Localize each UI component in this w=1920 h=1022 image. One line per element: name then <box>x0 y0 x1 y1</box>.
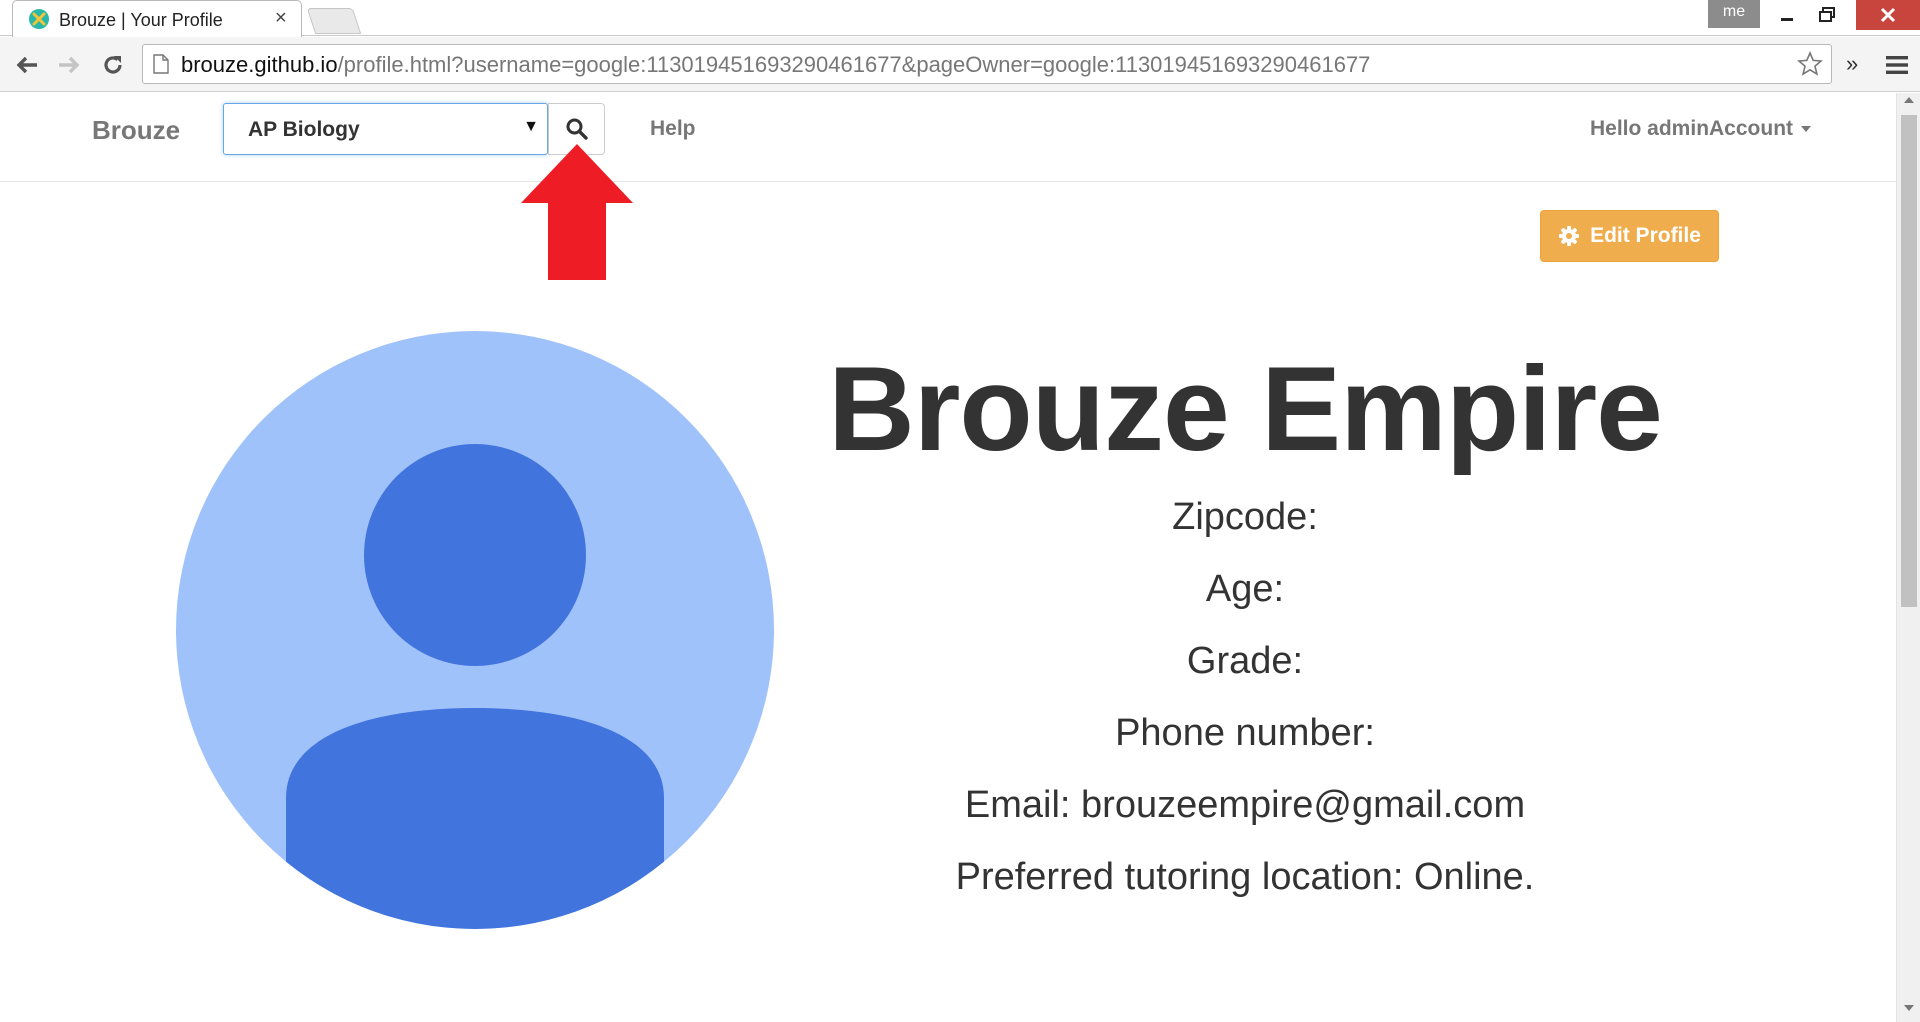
back-arrow-icon <box>16 56 37 74</box>
scrollbar[interactable] <box>1896 93 1920 1022</box>
tutoring-location-field: Preferred tutoring location: Online. <box>955 856 1535 898</box>
tab-title: Brouze | Your Profile <box>59 10 223 30</box>
back-button[interactable] <box>10 49 44 81</box>
subject-select-value: AP Biology <box>248 118 360 141</box>
close-icon <box>1880 7 1896 23</box>
gear-icon <box>1559 226 1580 246</box>
caret-down-icon <box>1801 126 1812 133</box>
profile-badge[interactable]: me <box>1708 0 1760 28</box>
url-text: brouze.github.io/profile.html?username=g… <box>181 52 1370 78</box>
scroll-up-icon[interactable] <box>1904 97 1914 103</box>
page-icon <box>153 54 169 74</box>
forward-button[interactable] <box>52 49 86 81</box>
help-link[interactable]: Help <box>650 117 696 141</box>
grade-field: Grade: <box>1186 640 1304 682</box>
url-path: /profile.html?username=google:1130194516… <box>337 52 1371 77</box>
brouze-logo-icon <box>29 9 49 29</box>
annotation-arrow-icon <box>521 144 633 280</box>
site-navbar: Brouze AP Biology ▼ Help Hello adminAcco… <box>0 93 1896 182</box>
scrollbar-thumb[interactable] <box>1901 115 1917 607</box>
search-icon <box>566 118 588 140</box>
browser-toolbar: brouze.github.io/profile.html?username=g… <box>0 37 1920 92</box>
restore-icon <box>1819 7 1835 22</box>
subject-select[interactable]: AP Biology ▼ <box>223 103 548 155</box>
page-content: Brouze AP Biology ▼ Help Hello adminAcco… <box>0 93 1896 1022</box>
browser-tab[interactable]: Brouze | Your Profile × <box>12 0 302 37</box>
email-field: Email: brouzeempire@gmail.com <box>964 784 1526 826</box>
reload-icon <box>104 56 122 74</box>
brand-link[interactable]: Brouze <box>92 115 180 146</box>
scroll-down-icon[interactable] <box>1904 1005 1914 1011</box>
profile-name: Brouze Empire <box>828 342 1663 476</box>
reload-button[interactable] <box>96 49 130 81</box>
zipcode-field: Zipcode: <box>1172 496 1318 538</box>
bookmarks-overflow-button[interactable]: » <box>1846 51 1858 77</box>
edit-profile-button[interactable]: Edit Profile <box>1540 210 1719 262</box>
user-dropdown[interactable]: Hello adminAccount <box>1590 117 1812 141</box>
minimize-icon <box>1781 18 1793 21</box>
user-greeting: Hello adminAccount <box>1590 117 1794 140</box>
chevron-down-icon: ▼ <box>523 118 539 135</box>
tab-close-icon[interactable]: × <box>275 7 287 30</box>
avatar <box>176 331 774 929</box>
star-icon[interactable] <box>1797 51 1823 77</box>
url-host: brouze.github.io <box>181 52 338 77</box>
age-field: Age: <box>1205 568 1285 610</box>
phone-field: Phone number: <box>1115 712 1375 754</box>
new-tab-button[interactable] <box>306 8 362 34</box>
close-window-button[interactable] <box>1856 0 1920 30</box>
hamburger-menu-icon[interactable] <box>1884 52 1910 78</box>
browser-tab-strip: Brouze | Your Profile × me <box>0 0 1920 37</box>
forward-arrow-icon <box>59 56 80 74</box>
restore-button[interactable] <box>1800 0 1854 30</box>
address-bar[interactable]: brouze.github.io/profile.html?username=g… <box>142 44 1832 84</box>
edit-profile-label: Edit Profile <box>1590 224 1701 247</box>
